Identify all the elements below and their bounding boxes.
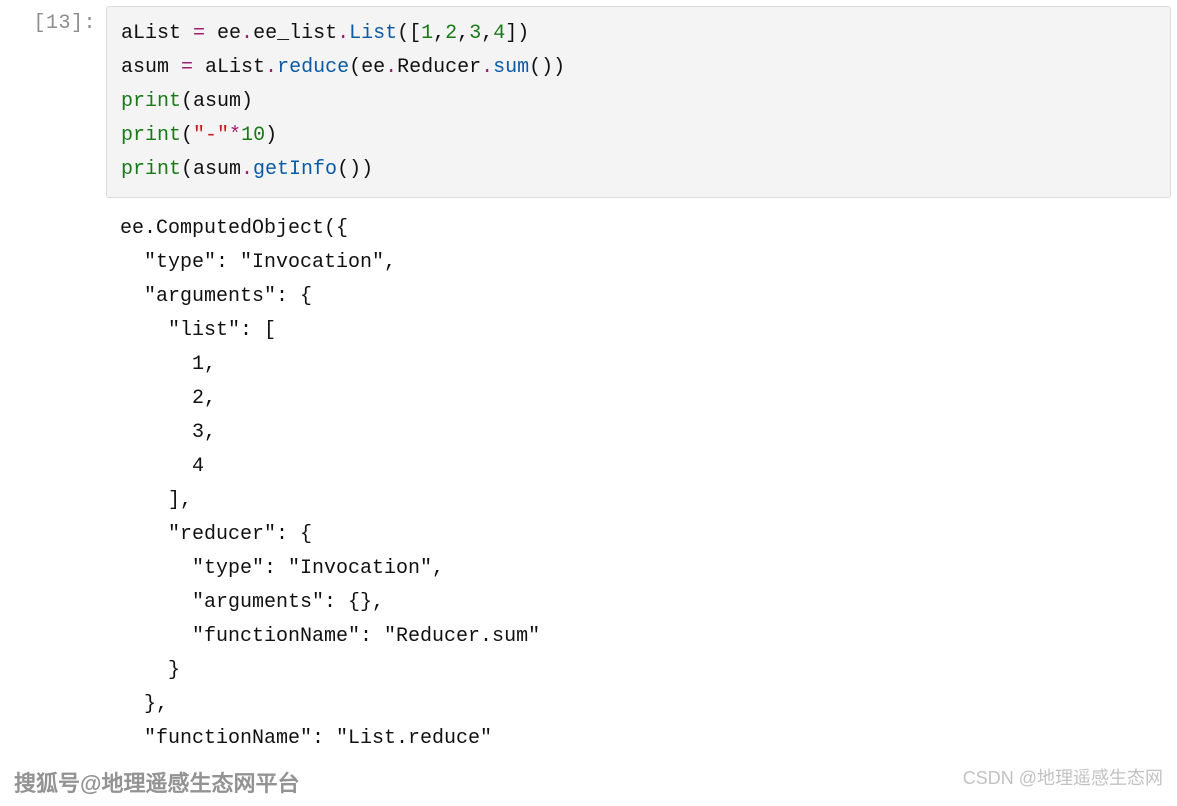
code-token: aList xyxy=(205,56,265,79)
code-token: List xyxy=(349,22,397,45)
watermark-right: CSDN @地理遥感生态网 xyxy=(963,764,1163,790)
code-token: , xyxy=(481,22,493,45)
code-token: ee xyxy=(217,22,241,45)
code-token: ]) xyxy=(505,22,529,45)
code-token: 3 xyxy=(469,22,481,45)
output-prompt-spacer xyxy=(0,198,106,210)
watermark-left: 搜狐号@地理遥感生态网平台 xyxy=(14,766,299,798)
input-cell: [13]: aList = ee.ee_list.List([1,2,3,4])… xyxy=(0,0,1177,198)
code-token: * xyxy=(229,124,241,147)
code-token: ()) xyxy=(337,158,373,181)
code-token: 4 xyxy=(493,22,505,45)
code-token: = xyxy=(193,22,217,45)
code-token: . xyxy=(265,56,277,79)
code-token: "-" xyxy=(193,124,229,147)
code-token: aList xyxy=(121,22,193,45)
code-token: 10 xyxy=(241,124,265,147)
code-token: print xyxy=(121,158,181,181)
code-token: . xyxy=(385,56,397,79)
code-token: print xyxy=(121,90,181,113)
code-token: ( xyxy=(181,124,193,147)
code-token: asum xyxy=(121,56,181,79)
code-token: sum xyxy=(493,56,529,79)
code-block[interactable]: aList = ee.ee_list.List([1,2,3,4]) asum … xyxy=(106,6,1171,198)
code-token: . xyxy=(481,56,493,79)
code-token: , xyxy=(457,22,469,45)
code-token: Reducer xyxy=(397,56,481,79)
code-token: 1 xyxy=(421,22,433,45)
code-token: 2 xyxy=(445,22,457,45)
code-token: . xyxy=(241,22,253,45)
code-token: ()) xyxy=(529,56,565,79)
output-block: ee.ComputedObject({ "type": "Invocation"… xyxy=(106,198,1177,756)
output-cell: ee.ComputedObject({ "type": "Invocation"… xyxy=(0,198,1177,756)
code-token: = xyxy=(181,56,205,79)
code-token: ) xyxy=(265,124,277,147)
code-token: reduce xyxy=(277,56,349,79)
code-token: , xyxy=(433,22,445,45)
code-token: . xyxy=(241,158,253,181)
code-token: ee_list xyxy=(253,22,337,45)
code-token: (ee xyxy=(349,56,385,79)
code-token: getInfo xyxy=(253,158,337,181)
code-token: ([ xyxy=(397,22,421,45)
code-token: . xyxy=(337,22,349,45)
code-token: (asum) xyxy=(181,90,253,113)
code-token: (asum xyxy=(181,158,241,181)
code-token: print xyxy=(121,124,181,147)
cell-prompt: [13]: xyxy=(0,0,106,35)
